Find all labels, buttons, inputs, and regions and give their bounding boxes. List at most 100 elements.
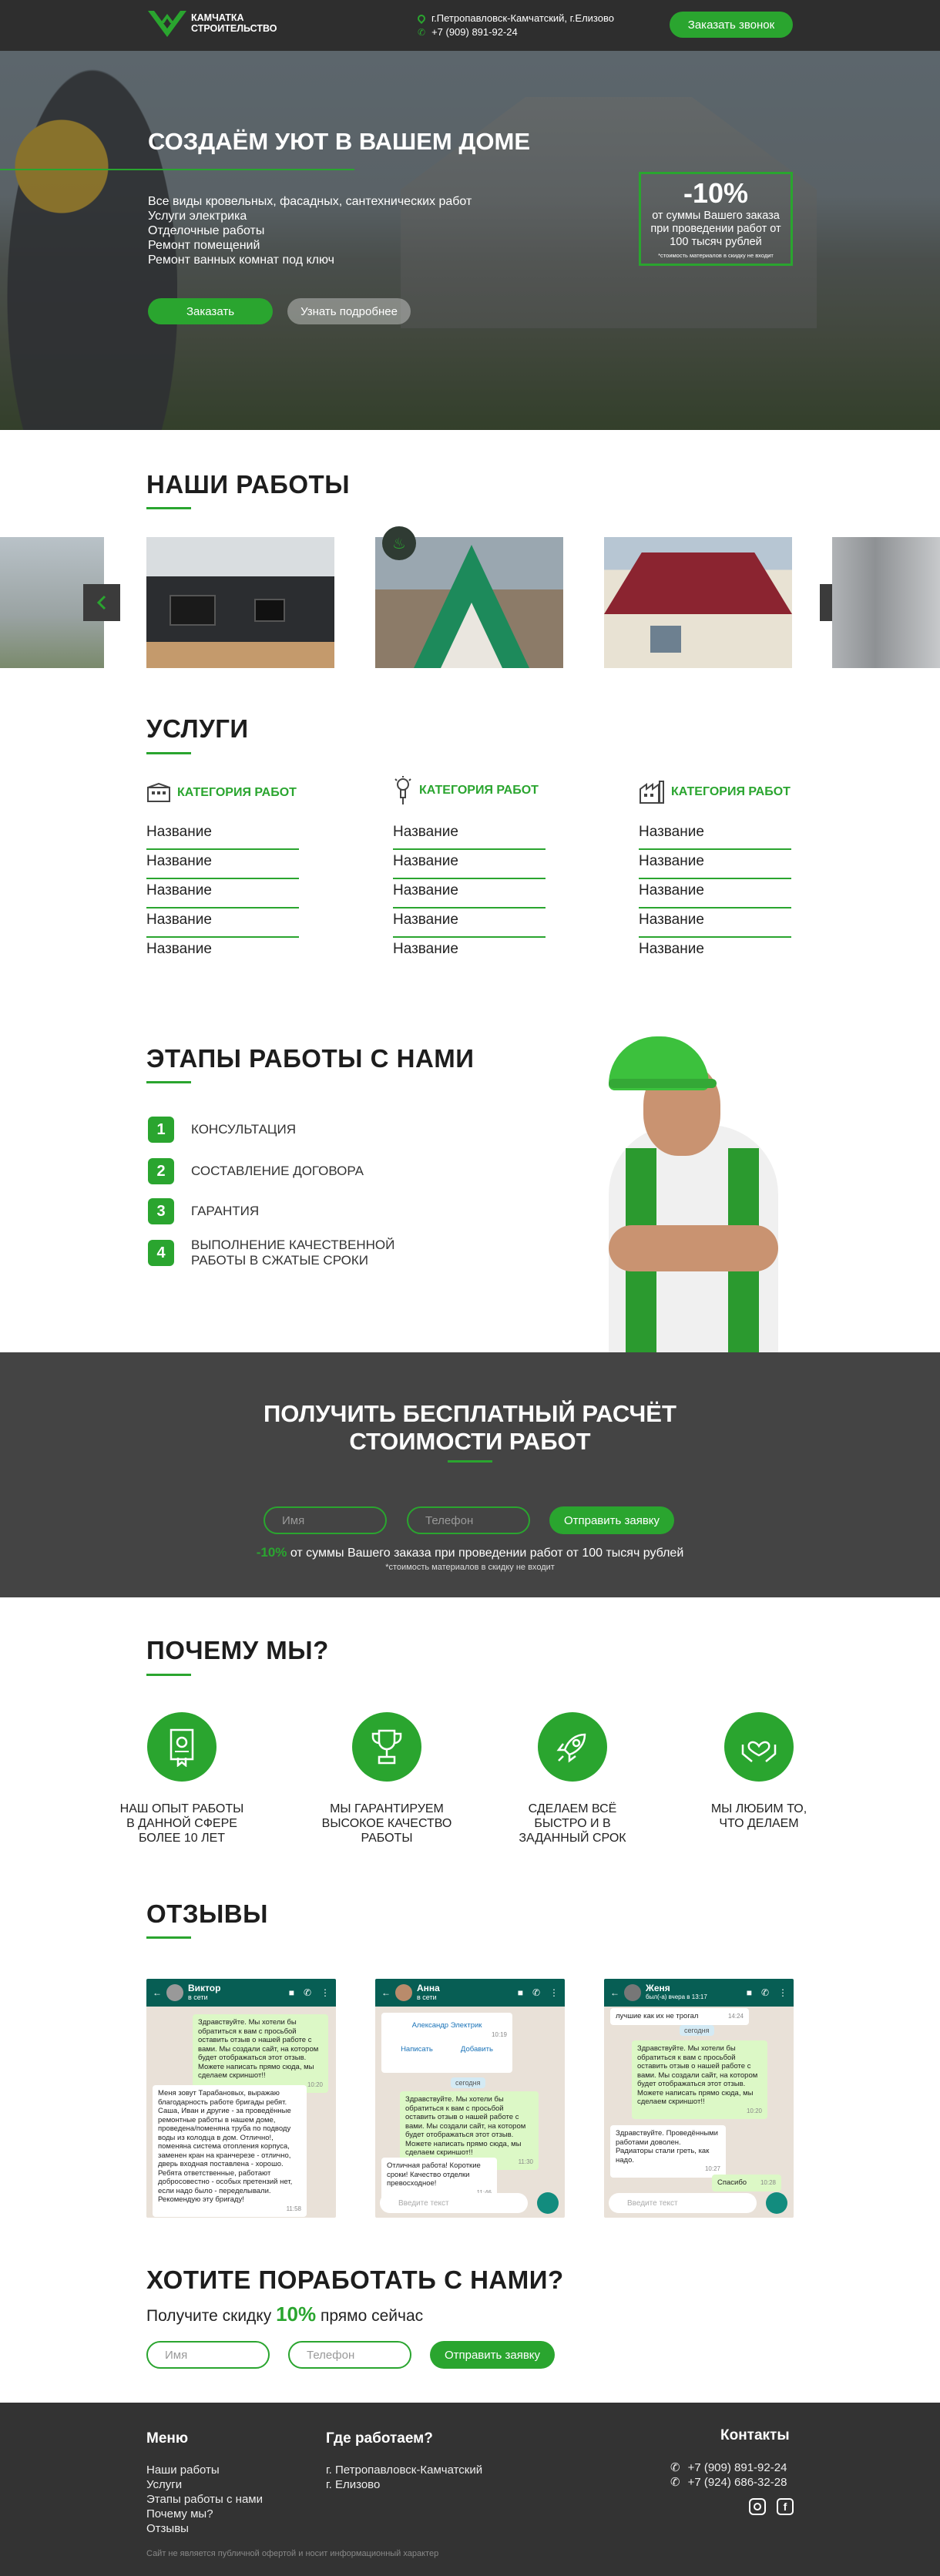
calc-submit-button[interactable]: Отправить заявку [549,1506,674,1534]
footer-menu-link[interactable]: Почему мы? [146,2507,263,2521]
video-call-icon[interactable]: ■ [289,1987,294,1998]
service-item[interactable]: Название [639,908,791,938]
learn-more-button[interactable]: Узнать подробнее [287,298,411,324]
more-icon[interactable]: ⋮ [549,1987,559,1998]
service-item[interactable]: Название [393,850,546,879]
video-call-icon[interactable]: ■ [747,1987,752,1998]
service-item[interactable]: Название [146,938,299,967]
phone-icon: ✆ [670,2461,680,2474]
avatar [166,1984,183,2001]
call-button[interactable]: Заказать звонок [670,12,793,38]
service-item[interactable]: Название [393,938,546,967]
chat-input[interactable]: Введите текст [380,2193,528,2213]
factory-icon [640,781,664,804]
builder-photo [562,1033,786,1352]
header-phone[interactable]: +7 (909) 891-92-24 [431,25,518,39]
calc-phone-input[interactable]: Телефон [407,1506,530,1534]
review-chat-3: ← Женя был(-а) вчера в 13:17 ■ ✆ ⋮ лучшие… [604,1979,794,2218]
chat-message-in: Меня зовут Тарабановых, выражаю благодар… [153,2085,307,2217]
reviews-title-underline [146,1936,191,1939]
phone-call-icon[interactable]: ✆ [532,1987,540,1998]
slider-prev-button[interactable] [83,584,120,621]
mic-icon[interactable] [537,2192,559,2214]
step-number: 1 [148,1117,174,1143]
promo-text: от суммы Вашего заказа при проведении ра… [650,210,781,248]
cta-title: ХОТИТЕ ПОРАБОТАТЬ С НАМИ? [146,2265,564,2294]
more-icon[interactable]: ⋮ [321,1987,330,1998]
footer-menu-link[interactable]: Отзывы [146,2521,263,2536]
cta-submit-button[interactable]: Отправить заявку [430,2341,555,2369]
promo-box: -10% от суммы Вашего заказа при проведен… [639,172,793,266]
more-icon[interactable]: ⋮ [778,1987,787,1998]
logo[interactable]: КАМЧАТКА СТРОИТЕЛЬСТВО [146,8,277,39]
calc-name-input[interactable]: Имя [264,1506,387,1534]
avatar [624,1984,641,2001]
review-chat-1: ← Виктор в сети ■ ✆ ⋮ Здравствуйте. Мы хо… [146,1979,336,2218]
hero-section: СОЗДАЁМ УЮТ В ВАШЕМ ДОМЕ Все виды кровел… [0,51,940,430]
service-item[interactable]: Название [393,821,546,850]
service-item[interactable]: Название [393,879,546,908]
steps-title-underline [146,1081,191,1083]
cta-name-input[interactable]: Имя [146,2341,270,2369]
service-item[interactable]: Название [393,908,546,938]
cta-discount: 10% [276,2302,317,2326]
review-chat-2: ← Анна в сети ■ ✆ ⋮ Александр Электрик 10… [375,1979,565,2218]
viber-icon: ✆ [670,2476,680,2489]
services-column-3: КАТЕГОРИЯ РАБОТ Название Название Назван… [639,778,791,967]
reviews-title: ОТЗЫВЫ [146,1899,268,1928]
footer-menu-link[interactable]: Услуги [146,2477,263,2492]
footer-phone[interactable]: +7 (924) 686-32-28 [688,2475,787,2490]
why-text: МЫ ЛЮБИМ ТО, ЧТО ДЕЛАЕМ [710,1802,807,1830]
logo-line2: СТРОИТЕЛЬСТВО [191,23,277,34]
work-image-black-house[interactable] [146,537,334,668]
phone-call-icon[interactable]: ✆ [304,1987,311,1998]
work-image-partial-right[interactable] [832,537,940,668]
step-number: 3 [148,1198,174,1224]
service-item[interactable]: Название [639,850,791,879]
why-text: СДЕЛАЕМ ВСЁ БЫСТРО И В ЗАДАННЫЙ СРОК [519,1802,626,1845]
service-item[interactable]: Название [146,879,299,908]
contact-write-button[interactable]: Написать [401,2045,433,2054]
why-title-underline [146,1674,191,1676]
site-header: КАМЧАТКА СТРОИТЕЛЬСТВО г.Петропавловск-К… [0,0,940,51]
service-item[interactable]: Название [146,850,299,879]
mic-icon[interactable] [766,2192,787,2214]
facebook-icon[interactable]: f [777,2498,794,2515]
works-title: НАШИ РАБОТЫ [146,470,351,499]
service-item[interactable]: Название [146,821,299,850]
chat-message-out: Спасибо 10:28 [712,2175,781,2191]
service-item[interactable]: Название [639,821,791,850]
chat-contact-name: Анна [417,1983,440,1993]
logo-line1: КАМЧАТКА [191,12,244,23]
trophy-icon [352,1712,421,1782]
instagram-icon[interactable] [749,2498,766,2515]
back-arrow-icon[interactable]: ← [153,1987,162,1998]
step-text: СОСТАВЛЕНИЕ ДОГОВОРА [191,1164,364,1178]
video-call-icon[interactable]: ■ [518,1987,523,1998]
footer-menu-link[interactable]: Этапы работы с нами [146,2492,263,2507]
work-image-red-roof[interactable] [604,537,792,668]
cta-phone-input[interactable]: Телефон [288,2341,411,2369]
service-item[interactable]: Название [639,938,791,967]
shared-contact-card[interactable]: Александр Электрик 10:19 Написать Добави… [381,2013,512,2073]
back-arrow-icon[interactable]: ← [610,1987,619,1998]
back-arrow-icon[interactable]: ← [381,1987,391,1998]
chat-contact-status: в сети [188,1993,208,2001]
cta-subtitle: Получите скидку 10% прямо сейчас [146,2302,424,2326]
chat-message-in: Здравствуйте. Проведёнными работами дово… [610,2125,726,2178]
promo-value: -10% [683,177,749,209]
service-item[interactable]: Название [146,908,299,938]
chat-contact-name: Виктор [188,1983,221,1993]
contact-add-button[interactable]: Добавить [461,2045,493,2054]
rocket-icon [538,1712,607,1782]
services-title: УСЛУГИ [146,714,249,743]
chat-input[interactable]: Введите текст [609,2193,757,2213]
footer-menu-link[interactable]: Наши работы [146,2463,263,2477]
phone-call-icon[interactable]: ✆ [761,1987,769,1998]
promo-note: *стоимость материалов в скидку не входит [658,252,774,259]
service-item[interactable]: Название [639,879,791,908]
chat-header: ← Анна в сети ■ ✆ ⋮ [375,1979,565,2007]
footer-phone[interactable]: +7 (909) 891-92-24 [688,2460,787,2475]
order-button[interactable]: Заказать [148,298,273,324]
chat-contact-status: в сети [417,1993,437,2001]
